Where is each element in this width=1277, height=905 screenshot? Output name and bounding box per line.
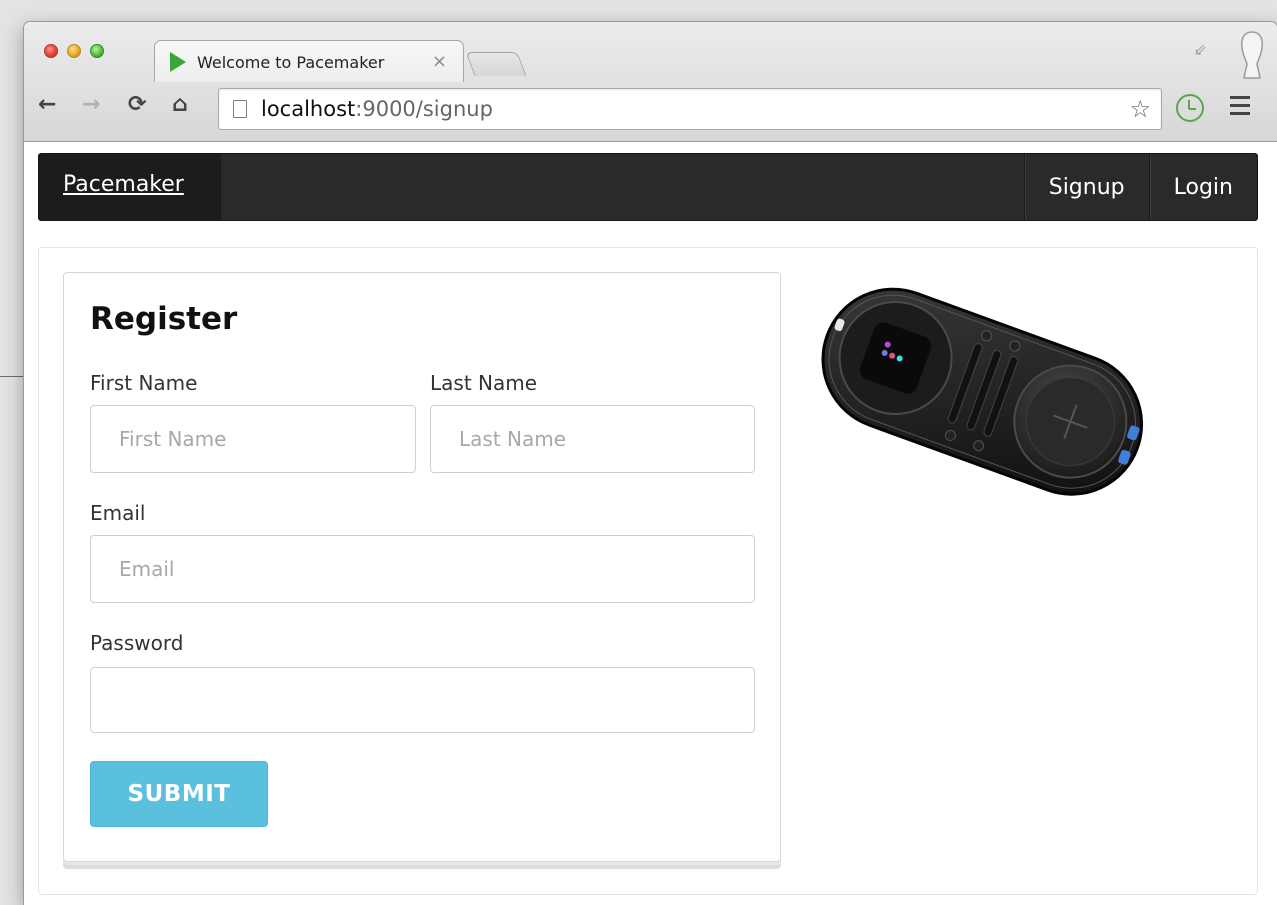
- email-label: Email: [90, 501, 146, 525]
- nav-signup-link[interactable]: Signup: [1023, 154, 1149, 220]
- pacemaker-device-image: [821, 287, 1144, 496]
- brand-link[interactable]: Pacemaker: [63, 172, 184, 197]
- zoom-window-button[interactable]: [90, 44, 104, 58]
- password-label: Password: [90, 631, 184, 655]
- url-text[interactable]: localhost:9000/signup: [261, 97, 493, 121]
- browser-chrome: Welcome to Pacemaker × ⇙ ← → ⟳ ⌂ localho…: [24, 22, 1277, 142]
- site-navbar: Pacemaker Signup Login: [38, 153, 1258, 221]
- last-name-input[interactable]: [430, 405, 755, 473]
- nav-links: Signup Login: [1023, 154, 1257, 220]
- minimize-window-button[interactable]: [67, 44, 81, 58]
- main-panel: Register First Name Last Name Email Pass…: [38, 247, 1258, 895]
- address-bar[interactable]: localhost:9000/signup ☆: [218, 88, 1162, 130]
- url-host: localhost: [261, 97, 356, 121]
- forward-icon[interactable]: →: [82, 92, 100, 117]
- restore-icon[interactable]: ⇙: [1194, 40, 1207, 59]
- first-name-label: First Name: [90, 371, 198, 395]
- password-input[interactable]: [90, 667, 755, 733]
- desktop-line: [0, 376, 26, 377]
- nav-login-link[interactable]: Login: [1148, 154, 1257, 220]
- menu-icon[interactable]: [1230, 96, 1250, 120]
- first-name-input[interactable]: [90, 405, 416, 473]
- form-title: Register: [90, 301, 238, 337]
- home-icon[interactable]: ⌂: [172, 92, 188, 117]
- browser-toolbar: ← → ⟳ ⌂ localhost:9000/signup ☆: [24, 82, 1277, 142]
- back-icon[interactable]: ←: [38, 92, 56, 117]
- reload-icon[interactable]: ⟳: [128, 92, 146, 117]
- page-icon: [233, 100, 247, 118]
- new-tab-button[interactable]: [465, 52, 527, 76]
- profile-icon[interactable]: [1237, 30, 1267, 80]
- tab-welcome[interactable]: Welcome to Pacemaker ×: [154, 40, 464, 82]
- last-name-label: Last Name: [430, 371, 538, 395]
- browser-window: Welcome to Pacemaker × ⇙ ← → ⟳ ⌂ localho…: [24, 22, 1277, 905]
- history-clock-icon[interactable]: [1176, 94, 1204, 122]
- tab-title: Welcome to Pacemaker: [197, 53, 385, 72]
- email-input[interactable]: [90, 535, 755, 603]
- star-icon[interactable]: ☆: [1129, 95, 1151, 123]
- page-viewport: Pacemaker Signup Login Register First Na…: [24, 143, 1277, 905]
- favicon-play-icon: [170, 52, 186, 72]
- submit-button[interactable]: SUBMIT: [90, 761, 268, 827]
- tab-close-icon[interactable]: ×: [432, 51, 447, 72]
- brand-container: Pacemaker: [39, 154, 221, 220]
- close-window-button[interactable]: [44, 44, 58, 58]
- url-path: :9000/signup: [355, 97, 493, 121]
- register-form: Register First Name Last Name Email Pass…: [63, 272, 781, 862]
